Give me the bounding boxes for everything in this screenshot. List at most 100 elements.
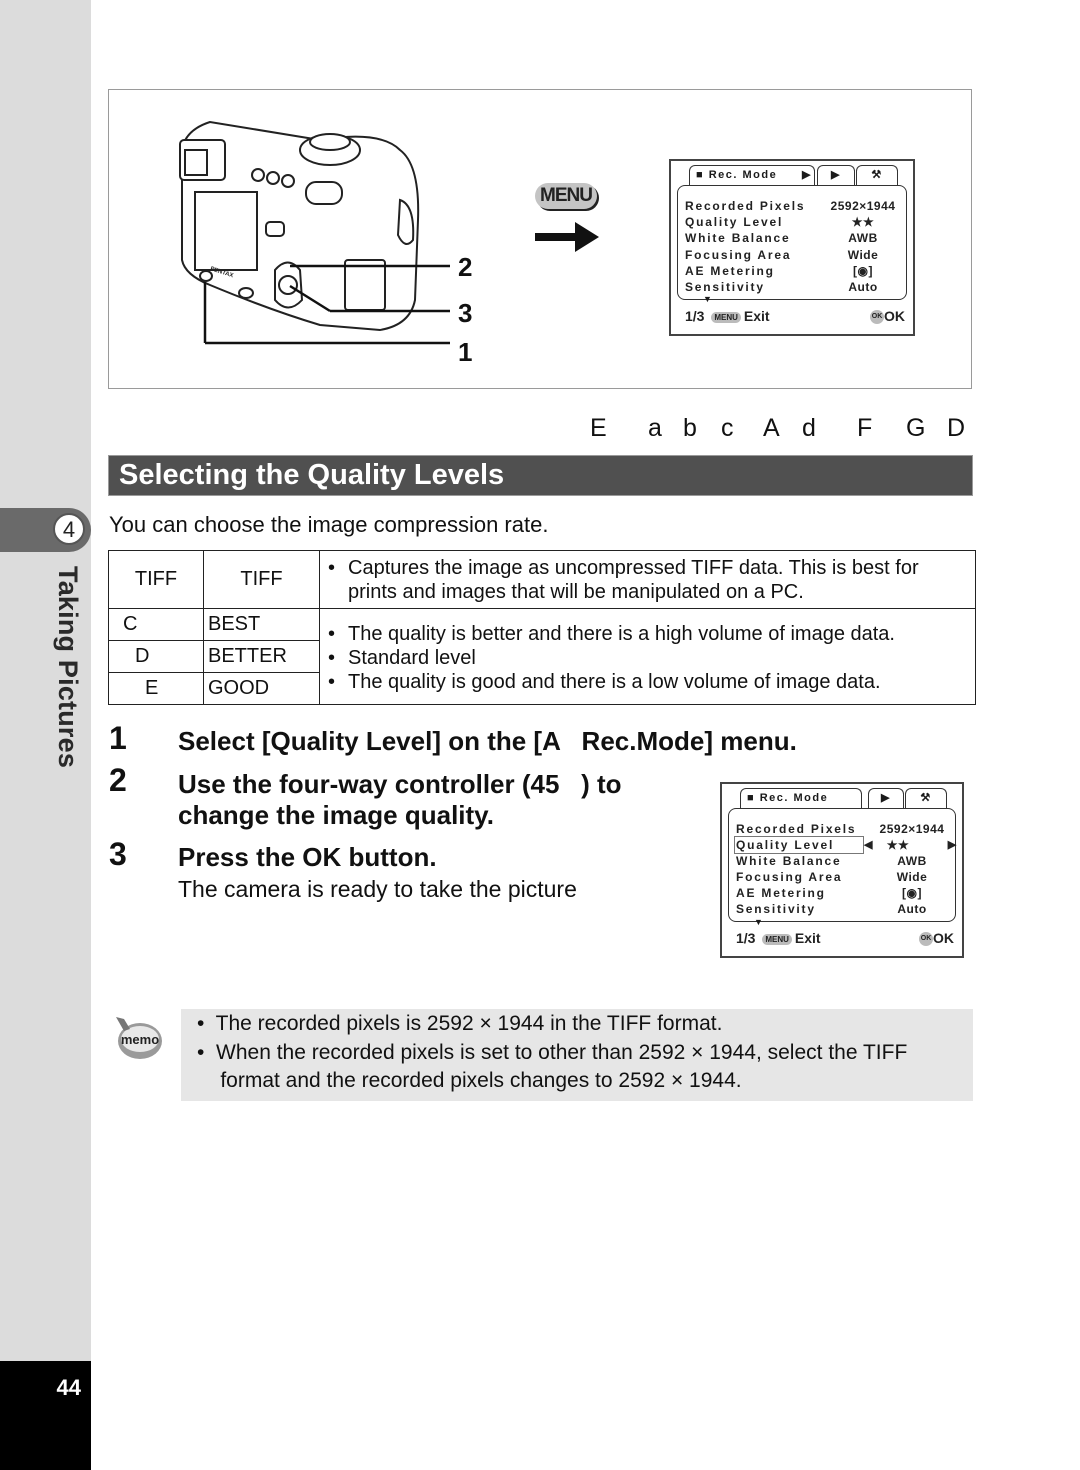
lcd-row[interactable]: White Balance AWB [685,231,903,247]
lcd-row[interactable]: Focusing Area Wide [736,870,952,886]
tab-rec-mode[interactable]: ■ Rec. Mode [740,788,862,808]
row-value: Auto [848,280,878,294]
ok-label: OK [884,308,905,324]
desc-bullet: The quality is better and there is a hig… [320,622,975,646]
caret-right-icon[interactable]: ▶ [948,838,958,851]
row-label: Quality Level [685,215,784,229]
memo-line: • When the recorded pixels is set to oth… [197,1041,908,1064]
symbol-glyph: d [802,414,816,442]
symbol-glyph: c [721,414,734,442]
row-value: Auto [897,902,927,916]
row-label: Focusing Area [685,248,792,262]
wrench-icon: ⚒ [920,792,932,804]
desc-bullet: Captures the image as uncompressed TIFF … [320,556,975,604]
lcd-row-selected[interactable]: Quality Level ◀ ★★ ▶ [733,836,956,854]
row-value: 2592×1944 [879,822,945,836]
quality-table: TIFF TIFF Captures the image as uncompre… [108,550,976,705]
play-icon: ▶ [881,792,891,804]
lcd-row[interactable]: Sensitivity Auto [736,902,952,918]
lcd-footer: 1/3 MENU Exit OK OK [685,308,905,328]
lcd-footer: 1/3 MENU Exit OK OK [736,930,954,950]
table-row: C BEST The quality is better and there i… [108,608,976,705]
row-value: Wide [847,248,879,262]
desc-bullet: Standard level [320,646,975,670]
lcd-row[interactable]: Recorded Pixels 2592×1944 [685,199,903,215]
step-text: Select [Quality Level] on the [A Rec.Mod… [178,726,797,756]
chapter-number: 4 [53,513,85,545]
row-value: Wide [896,870,928,884]
quality-icon-cell: E [108,672,204,705]
quality-name-cell: TIFF [203,550,320,609]
metering-icon: [◉] [902,886,922,900]
scroll-down-icon: ▼ [703,294,712,304]
quality-name-cell: BEST [203,608,320,641]
symbol-glyph: D [947,414,966,442]
camera-icon: ■ [696,169,705,181]
section-intro: You can choose the image compression rat… [109,512,549,537]
play-icon: ▶ [831,169,841,181]
exit-label: Exit [743,308,770,324]
memo-icon-label: memo [121,1032,159,1047]
chapter-title: Taking Pictures [53,566,83,769]
quality-icon-cell: C [108,608,204,641]
camera-illustration: PENTAX [179,120,450,345]
step-number: 2 [109,762,127,798]
metering-icon: [◉] [853,264,873,278]
lcd-menu-screen: ■ Rec. Mode ▶ ▶ ⚒ Recorded Pixels 2592×194… [669,159,915,336]
desc-bullet: The quality is good and there is a low v… [320,670,975,694]
caret-right-icon: ▶ [802,169,812,181]
ok-button-icon: OK [919,932,933,947]
camera-icon: ■ [747,792,756,804]
row-value: AWB [848,231,878,245]
menu-pill-icon: MENU [762,933,792,945]
menu-button-icon: MENU [535,183,597,209]
quality-desc-cell: Captures the image as uncompressed TIFF … [319,550,976,609]
section-header: Selecting the Quality Levels [108,455,973,496]
lcd-row[interactable]: AE Metering [◉] [685,264,903,280]
exit-label: Exit [794,930,821,946]
tab-playback[interactable]: ▶ [817,165,855,185]
tab-setup[interactable]: ⚒ [856,165,898,185]
row-label: AE Metering [685,264,775,278]
row-value: ★★ [851,215,875,229]
symbol-glyph: G [906,414,926,442]
step-text: change the image quality. [178,800,494,830]
menu-pill-icon: MENU [711,311,741,323]
lcd-row[interactable]: Recorded Pixels 2592×1944 [736,822,952,838]
right-arrow-icon [535,222,599,252]
row-label: Sensitivity [736,902,816,916]
lcd-row[interactable]: White Balance AWB [736,854,952,870]
lcd-menu-screen-selected: ■ Rec. Mode ▶ ⚒ Recorded Pixels 2592×1944… [720,782,964,958]
row-label: AE Metering [736,886,826,900]
row-label: Focusing Area [736,870,843,884]
tab-playback[interactable]: ▶ [868,788,904,808]
row-value: 2592×1944 [830,199,896,213]
step-number: 1 [109,720,127,756]
symbol-glyph: F [857,414,873,442]
page-number-box: 44 [0,1361,91,1470]
memo-line: • The recorded pixels is 2592 × 1944 in … [197,1012,723,1035]
tab-setup[interactable]: ⚒ [905,788,947,808]
scroll-down-icon: ▼ [754,917,763,927]
section-title: Selecting the Quality Levels [119,459,505,491]
tab-rec-mode[interactable]: ■ Rec. Mode ▶ [689,165,815,185]
row-value: AWB [897,854,927,868]
lcd-row[interactable]: AE Metering [◉] [736,886,952,902]
lcd-row[interactable]: Quality Level ★★ [685,215,903,231]
row-label: Quality Level [733,836,865,854]
quality-icon-cell: TIFF [108,550,204,609]
row-label: Sensitivity [685,280,765,294]
lcd-row[interactable]: Focusing Area Wide [685,248,903,264]
tab-rec-mode-label: Rec. Mode [708,169,778,181]
lcd-row[interactable]: Sensitivity Auto [685,280,903,296]
memo-line: format and the recorded pixels changes t… [197,1069,742,1092]
symbol-glyph: b [683,414,697,442]
page-number: 44 [56,1375,81,1400]
page-indicator: 1/3 [736,930,756,946]
symbol-glyph: E [590,414,607,442]
callout-3: 3 [458,298,473,328]
callout-2: 2 [458,252,473,282]
tab-rec-mode-label: Rec. Mode [759,792,829,804]
quality-desc-cell: The quality is better and there is a hig… [319,608,976,705]
row-label: White Balance [685,231,791,245]
